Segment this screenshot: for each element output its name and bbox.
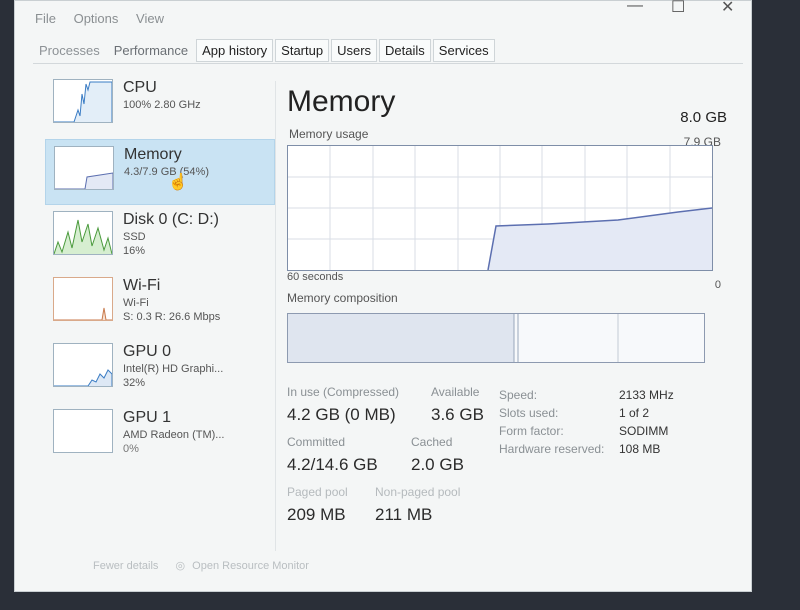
sidebar-item-gpu0[interactable]: GPU 0 Intel(R) HD Graphi... 32% <box>45 337 275 403</box>
disk-thumbnail-graph <box>53 211 113 255</box>
memory-usage-label: Memory usage <box>289 127 369 141</box>
sidebar-item-label: GPU 1 <box>123 409 172 426</box>
tab-startup[interactable]: Startup <box>275 39 330 62</box>
sidebar-item-disk[interactable]: Disk 0 (C: D:) SSD 16% <box>45 205 275 271</box>
sidebar-item-label: Disk 0 (C: D:) <box>123 211 219 228</box>
sidebar-item-label: Memory <box>124 146 182 163</box>
footer: Fewer details ◎ Open Resource Monitor <box>93 559 309 572</box>
sidebar-item-usage: 0% <box>123 443 139 455</box>
spec-speed-label: Speed: <box>499 388 538 402</box>
gpu1-thumbnail-graph <box>53 409 113 453</box>
sidebar-item-throughput: S: 0.3 R: 26.6 Mbps <box>123 311 221 323</box>
memory-usage-graph <box>287 145 713 271</box>
spec-hw-reserved-label: Hardware reserved: <box>499 442 605 456</box>
spec-slots-label: Slots used: <box>499 406 559 420</box>
paged-pool-label: Paged pool <box>287 485 348 499</box>
committed-value: 4.2/14.6 GB <box>287 455 378 474</box>
page-title: Memory <box>287 85 396 118</box>
available-value: 3.6 GB <box>431 405 484 424</box>
cpu-thumbnail-graph <box>53 79 113 123</box>
sidebar-item-detail: Intel(R) HD Graphi... <box>123 363 224 375</box>
available-label: Available <box>431 385 480 399</box>
maximize-icon[interactable]: ☐ <box>671 0 685 17</box>
nonpaged-pool-value: 211 MB <box>375 505 433 524</box>
paged-pool-value: 209 MB <box>287 505 346 524</box>
memory-thumbnail-graph <box>54 146 114 190</box>
tab-divider <box>33 63 743 64</box>
menu-file[interactable]: File <box>35 11 56 26</box>
tab-services[interactable]: Services <box>432 39 495 62</box>
spec-speed-value: 2133 MHz <box>619 388 674 402</box>
memory-composition-bar <box>287 313 705 363</box>
tab-details[interactable]: Details <box>379 39 431 62</box>
menu-view[interactable]: View <box>136 11 164 26</box>
spec-form-factor-value: SODIMM <box>619 424 669 438</box>
sidebar-item-usage: 32% <box>123 377 146 389</box>
sidebar-item-usage: 16% <box>123 245 146 257</box>
menu-bar: File Options View <box>35 11 178 26</box>
in-use-value: 4.2 GB (0 MB) <box>287 405 396 424</box>
sidebar-item-memory[interactable]: Memory 4.3/7.9 GB (54%) ☝ <box>45 139 275 205</box>
close-icon[interactable]: ✕ <box>721 0 734 17</box>
memory-composition-label: Memory composition <box>287 291 398 305</box>
sidebar-item-detail: Wi-Fi <box>123 297 149 309</box>
spec-slots-value: 1 of 2 <box>619 406 650 420</box>
tab-app-history[interactable]: App history <box>196 39 274 62</box>
pane-divider <box>275 81 276 551</box>
sidebar-item-cpu[interactable]: CPU 100% 2.80 GHz <box>45 73 275 139</box>
sidebar-item-gpu1[interactable]: GPU 1 AMD Radeon (TM)... 0% <box>45 403 275 469</box>
cached-value: 2.0 GB <box>411 455 464 474</box>
wifi-thumbnail-graph <box>53 277 113 321</box>
sidebar-item-label: CPU <box>123 79 157 96</box>
gpu0-thumbnail-graph <box>53 343 113 387</box>
tab-bar: Processes Performance App history Startu… <box>33 39 497 62</box>
sidebar-item-detail: AMD Radeon (TM)... <box>123 429 225 441</box>
tab-processes[interactable]: Processes <box>33 39 106 62</box>
sidebar-item-label: GPU 0 <box>123 343 172 360</box>
sidebar-item-detail: 100% 2.80 GHz <box>123 99 201 111</box>
in-use-label: In use (Compressed) <box>287 385 400 399</box>
fewer-details-link[interactable]: Fewer details <box>93 560 158 572</box>
memory-total: 8.0 GB <box>680 109 727 126</box>
spec-hw-reserved-value: 108 MB <box>619 442 661 456</box>
time-window-label: 60 seconds <box>287 271 344 283</box>
spec-form-factor-label: Form factor: <box>499 424 564 438</box>
sidebar-item-label: Wi-Fi <box>123 277 161 294</box>
resource-monitor-icon: ◎ <box>175 560 186 572</box>
sidebar-item-detail: SSD <box>123 231 146 243</box>
nonpaged-pool-label: Non-paged pool <box>375 485 461 499</box>
hand-cursor-icon: ☝ <box>168 174 188 191</box>
cached-label: Cached <box>411 435 453 449</box>
resource-sidebar: CPU 100% 2.80 GHz Memory 4.3/7.9 GB (54%… <box>45 73 275 469</box>
committed-label: Committed <box>287 435 346 449</box>
menu-options[interactable]: Options <box>74 11 119 26</box>
tab-users[interactable]: Users <box>331 39 378 62</box>
open-resource-monitor-link[interactable]: Open Resource Monitor <box>192 560 309 572</box>
minimize-icon[interactable]: — <box>627 0 643 15</box>
task-manager-window: File Options View — ☐ ✕ Processes Perfor… <box>14 0 752 592</box>
sidebar-item-wifi[interactable]: Wi-Fi Wi-Fi S: 0.3 R: 26.6 Mbps <box>45 271 275 337</box>
graph-zero-label: 0 <box>714 279 721 291</box>
tab-performance[interactable]: Performance <box>108 39 194 62</box>
sidebar-item-detail: 4.3/7.9 GB (54%) <box>124 166 209 178</box>
